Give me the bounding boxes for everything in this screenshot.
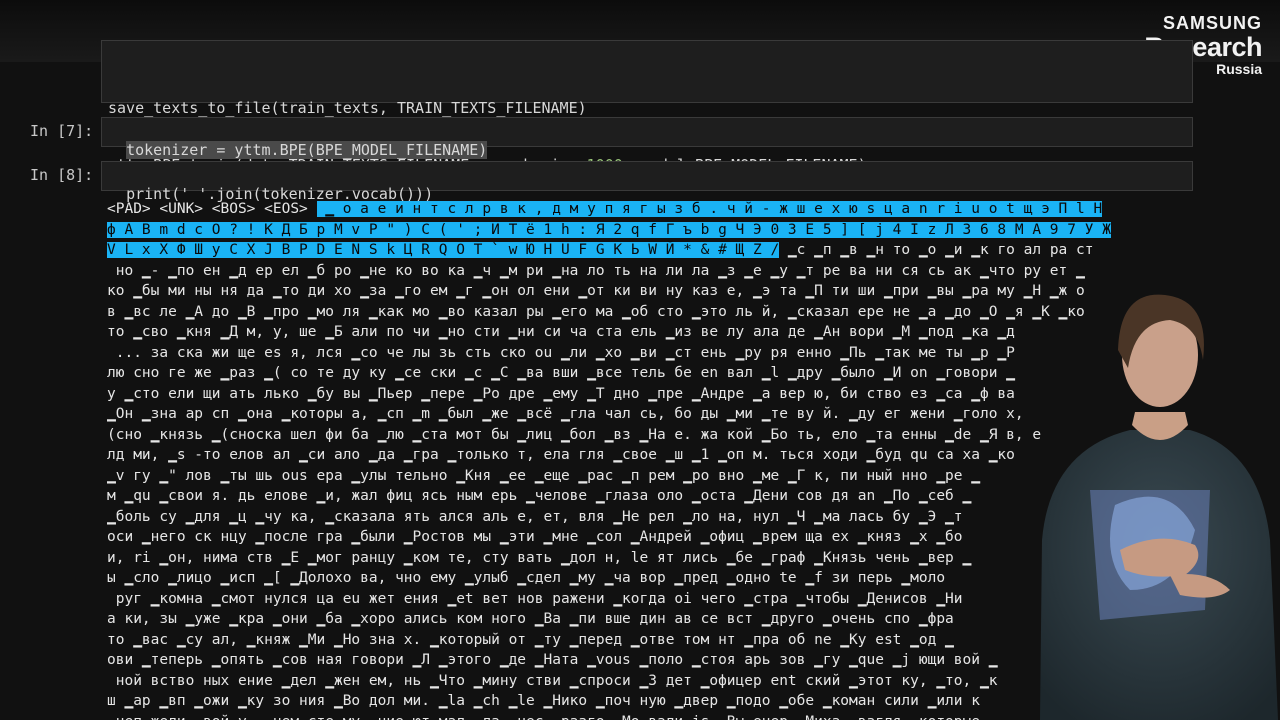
code-cell-8[interactable]: print(' '.join(tokenizer.vocab())) [101, 161, 1193, 203]
code-cell-6[interactable]: save_texts_to_file(train_texts, TRAIN_TE… [101, 40, 1193, 174]
presenter-figure [1040, 294, 1278, 720]
output-selected-text: V L x X Ф Ш y C X J B P D E N S k Ц R Q … [107, 242, 780, 258]
output-selected-text: ф A B m d c O ? ! К Д Б p M v P " ) С ( … [107, 221, 1111, 238]
code-text-selected: tokenizer = yttm.BPE(BPE_MODEL_FILENAME) [126, 141, 488, 159]
output-special-tokens: <PAD> <UNK> <BOS> <EOS> [107, 201, 317, 217]
code-cell-7[interactable]: tokenizer = yttm.BPE(BPE_MODEL_FILENAME) [101, 117, 1193, 159]
logo-line-samsung: SAMSUNG [1162, 13, 1262, 33]
output-text: ▁с ▁п ▁в ▁н то ▁о ▁и ▁к го ал ра ст [779, 242, 1094, 258]
output-line: <PAD> <UNK> <BOS> <EOS> ▁ о а е и н т с … [107, 199, 1192, 220]
cell-7-prompt: In [7]: [30, 122, 94, 140]
output-line: но ▁- ▁по ен ▁д ер ел ▁б ро ▁не ко во ка… [107, 262, 1085, 279]
code-line: save_texts_to_file(train_texts, TRAIN_TE… [108, 99, 587, 117]
cell-8-prompt: In [8]: [30, 166, 94, 184]
output-line: ф A B m d c O ? ! К Д Б p M v P " ) С ( … [107, 220, 1192, 241]
output-selected-text: ▁ о а е и н т с л р в к , д м у п я г ы … [316, 201, 1103, 217]
output-line: V L x X Ф Ш y C X J B P D E N S k Ц R Q … [107, 240, 1192, 261]
